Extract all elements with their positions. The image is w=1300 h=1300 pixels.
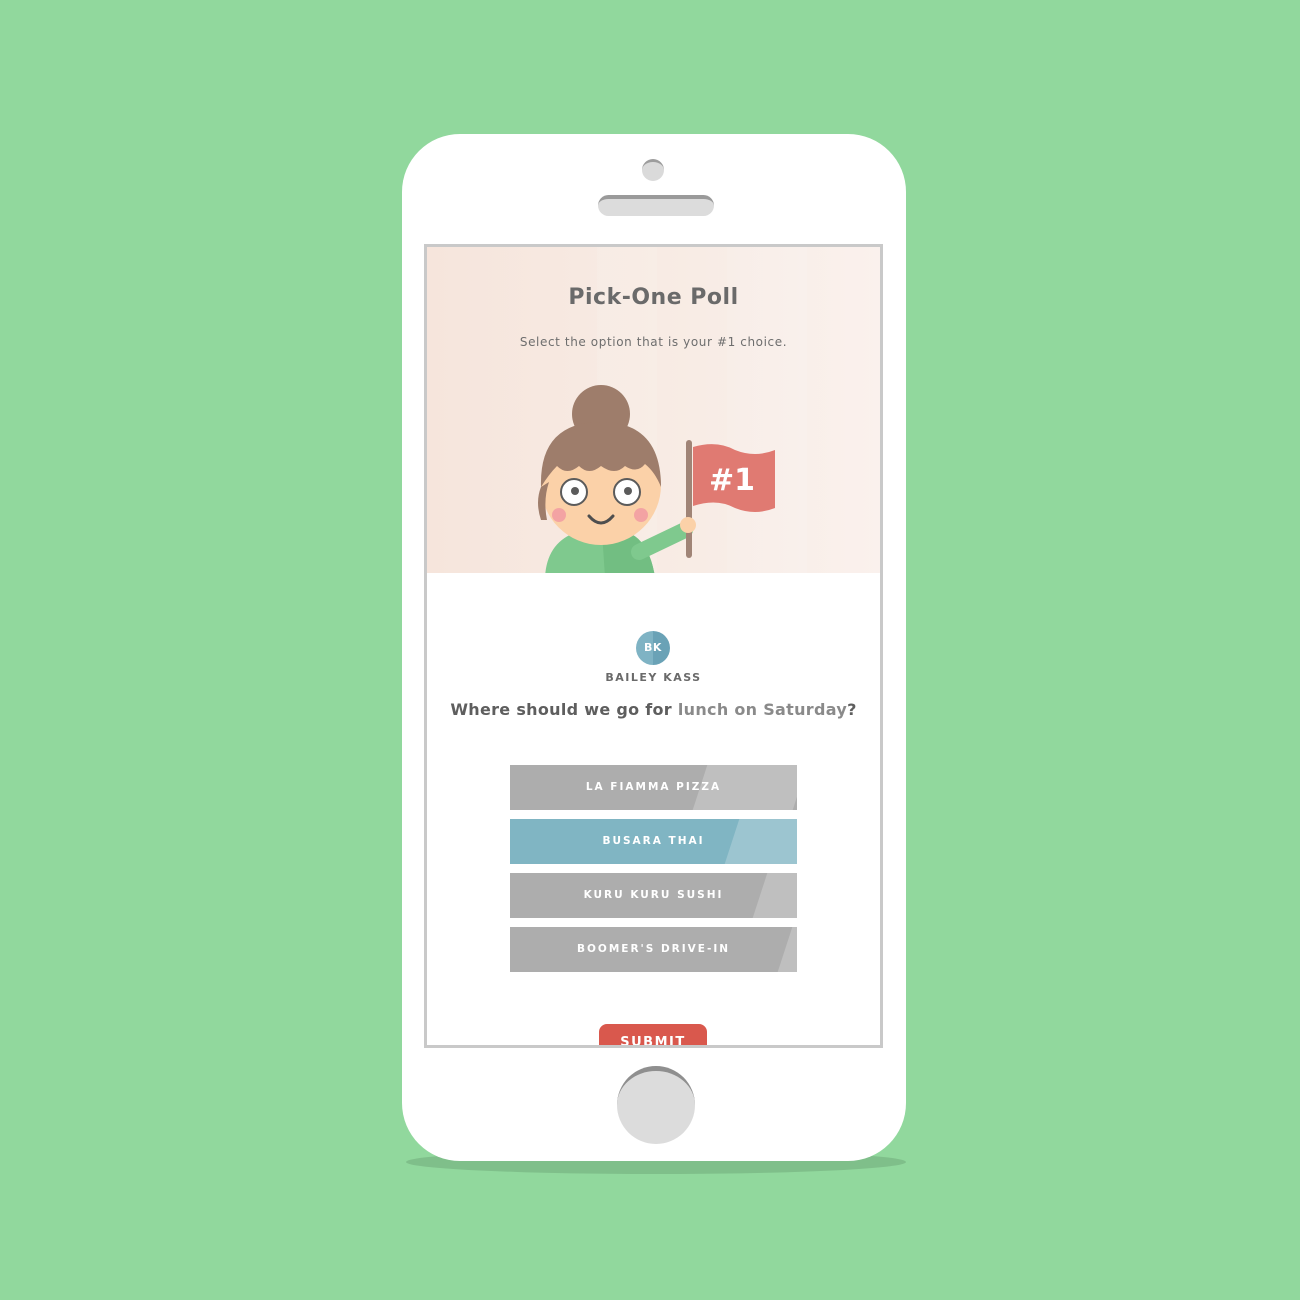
- option-label: BOOMER'S DRIVE-IN: [576, 943, 731, 955]
- arm: [631, 522, 693, 560]
- option-shine: [777, 927, 797, 972]
- poll-options: LA FIAMMA PIZZA BUSARA THAI KURU KURU SU…: [510, 765, 797, 981]
- option-shine: [752, 873, 797, 918]
- left-pupil: [571, 487, 579, 495]
- avatar: BK: [636, 631, 670, 665]
- author-name: BAILEY KASS: [605, 671, 702, 684]
- option-shine: [724, 819, 797, 864]
- poll-question: Where should we go for lunch on Saturday…: [427, 700, 880, 719]
- home-button[interactable]: [617, 1066, 695, 1144]
- option-label: KURU KURU SUSHI: [583, 889, 724, 901]
- option-label: LA FIAMMA PIZZA: [585, 781, 722, 793]
- submit-button[interactable]: SUBMIT: [599, 1024, 707, 1045]
- camera-icon: [642, 159, 664, 181]
- flag-pole: [686, 440, 692, 558]
- right-pupil: [624, 487, 632, 495]
- left-cheek: [552, 508, 566, 522]
- speaker-icon: [598, 195, 714, 216]
- option-button[interactable]: LA FIAMMA PIZZA: [510, 765, 797, 810]
- poll-header: Pick-One Poll Select the option that is …: [427, 247, 880, 573]
- question-lead: Where should we go for: [450, 700, 678, 719]
- option-button-selected[interactable]: BUSARA THAI: [510, 819, 797, 864]
- girl-with-flag-illustration: #1: [538, 385, 775, 573]
- option-label: BUSARA THAI: [602, 835, 705, 847]
- question-accent: lunch on Saturday: [677, 700, 848, 719]
- question-trail: ?: [847, 700, 857, 719]
- page-title: Pick-One Poll: [568, 285, 739, 310]
- right-cheek: [634, 508, 648, 522]
- option-button[interactable]: BOOMER'S DRIVE-IN: [510, 927, 797, 972]
- option-button[interactable]: KURU KURU SUSHI: [510, 873, 797, 918]
- page-subtitle: Select the option that is your #1 choice…: [519, 335, 788, 349]
- hand: [680, 517, 696, 533]
- flag-text: #1: [709, 463, 755, 498]
- phone-screen: Pick-One Poll Select the option that is …: [424, 244, 883, 1048]
